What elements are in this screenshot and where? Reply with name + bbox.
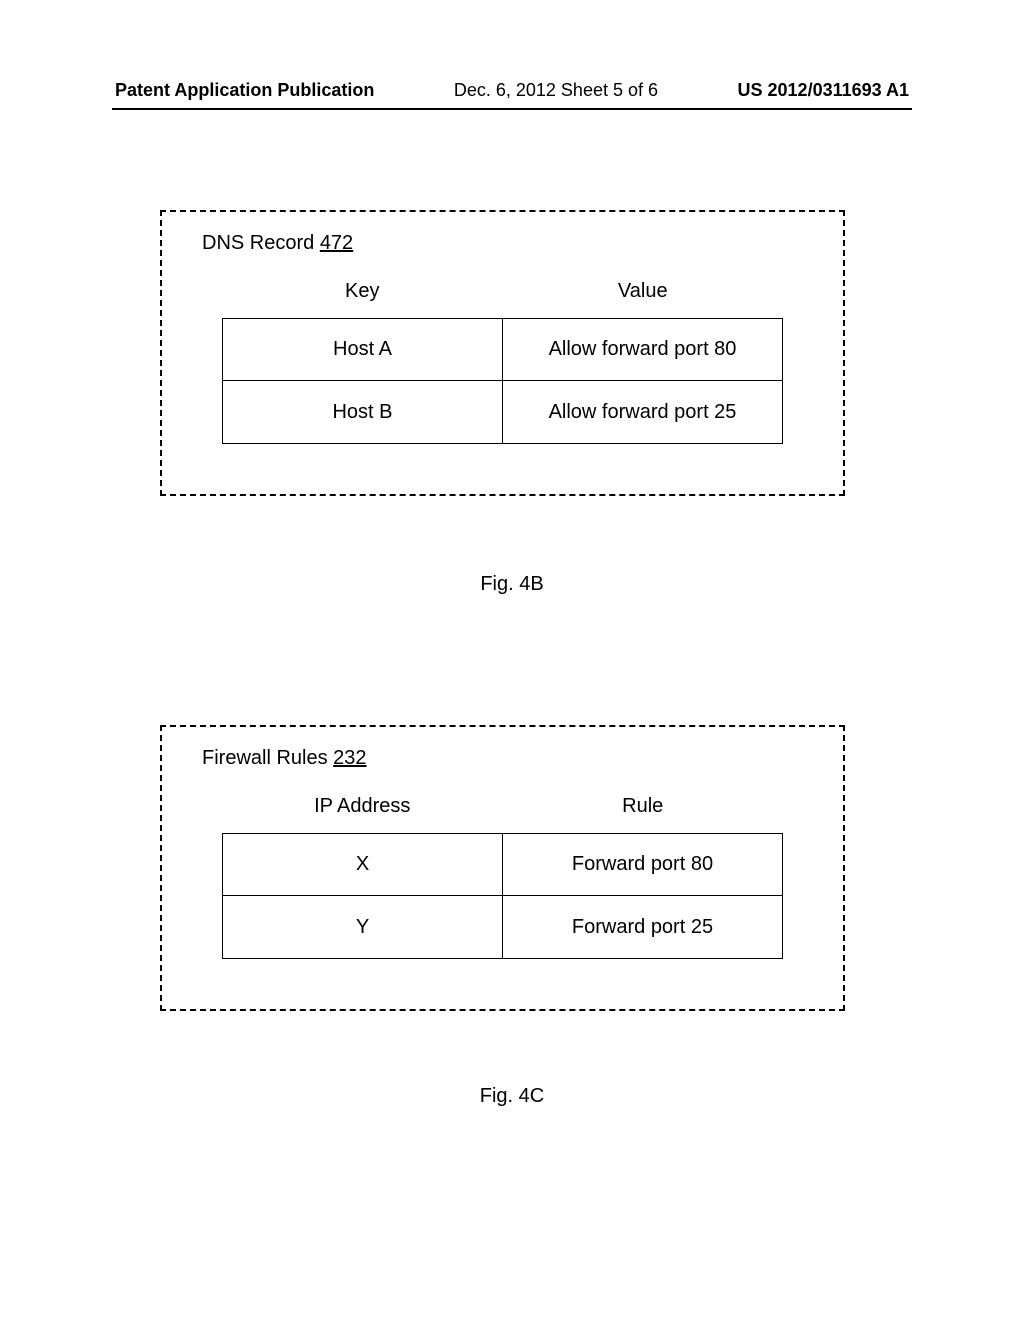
cell-value: Allow forward port 80	[503, 319, 782, 380]
table-row: Host B Allow forward port 25	[223, 381, 782, 443]
cell-rule: Forward port 80	[503, 834, 782, 895]
table-headers: Key Value	[222, 280, 783, 303]
table-body: X Forward port 80 Y Forward port 25	[222, 833, 783, 959]
column-header-ip: IP Address	[222, 795, 503, 818]
dns-record-box: DNS Record 472 Key Value Host A Allow fo…	[160, 210, 845, 496]
table-row: Host A Allow forward port 80	[223, 319, 782, 381]
column-header-rule: Rule	[503, 795, 784, 818]
table-row: X Forward port 80	[223, 834, 782, 896]
cell-key: Host A	[223, 319, 503, 380]
header-date-sheet: Dec. 6, 2012 Sheet 5 of 6	[454, 80, 658, 101]
patent-header: Patent Application Publication Dec. 6, 2…	[0, 80, 1024, 101]
cell-ip: Y	[223, 896, 503, 958]
header-publication-label: Patent Application Publication	[115, 80, 374, 101]
cell-ip: X	[223, 834, 503, 895]
firewall-rules-box: Firewall Rules 232 IP Address Rule X For…	[160, 725, 845, 1011]
header-patent-number: US 2012/0311693 A1	[738, 80, 909, 101]
firewall-rules-title-number: 232	[333, 747, 366, 769]
table-headers: IP Address Rule	[222, 795, 783, 818]
table-row: Y Forward port 25	[223, 896, 782, 958]
column-header-value: Value	[503, 280, 784, 303]
firewall-rules-table: IP Address Rule X Forward port 80 Y Forw…	[222, 795, 783, 959]
cell-key: Host B	[223, 381, 503, 443]
cell-rule: Forward port 25	[503, 896, 782, 958]
column-header-key: Key	[222, 280, 503, 303]
dns-record-title-text: DNS Record	[202, 232, 320, 254]
firewall-rules-title-text: Firewall Rules	[202, 747, 333, 769]
figure-caption-4c: Fig. 4C	[0, 1085, 1024, 1108]
cell-value: Allow forward port 25	[503, 381, 782, 443]
dns-record-table: Key Value Host A Allow forward port 80 H…	[222, 280, 783, 444]
header-divider	[112, 108, 912, 110]
figure-caption-4b: Fig. 4B	[0, 573, 1024, 596]
firewall-rules-title: Firewall Rules 232	[202, 747, 813, 770]
dns-record-title: DNS Record 472	[202, 232, 813, 255]
dns-record-title-number: 472	[320, 232, 353, 254]
table-body: Host A Allow forward port 80 Host B Allo…	[222, 318, 783, 444]
